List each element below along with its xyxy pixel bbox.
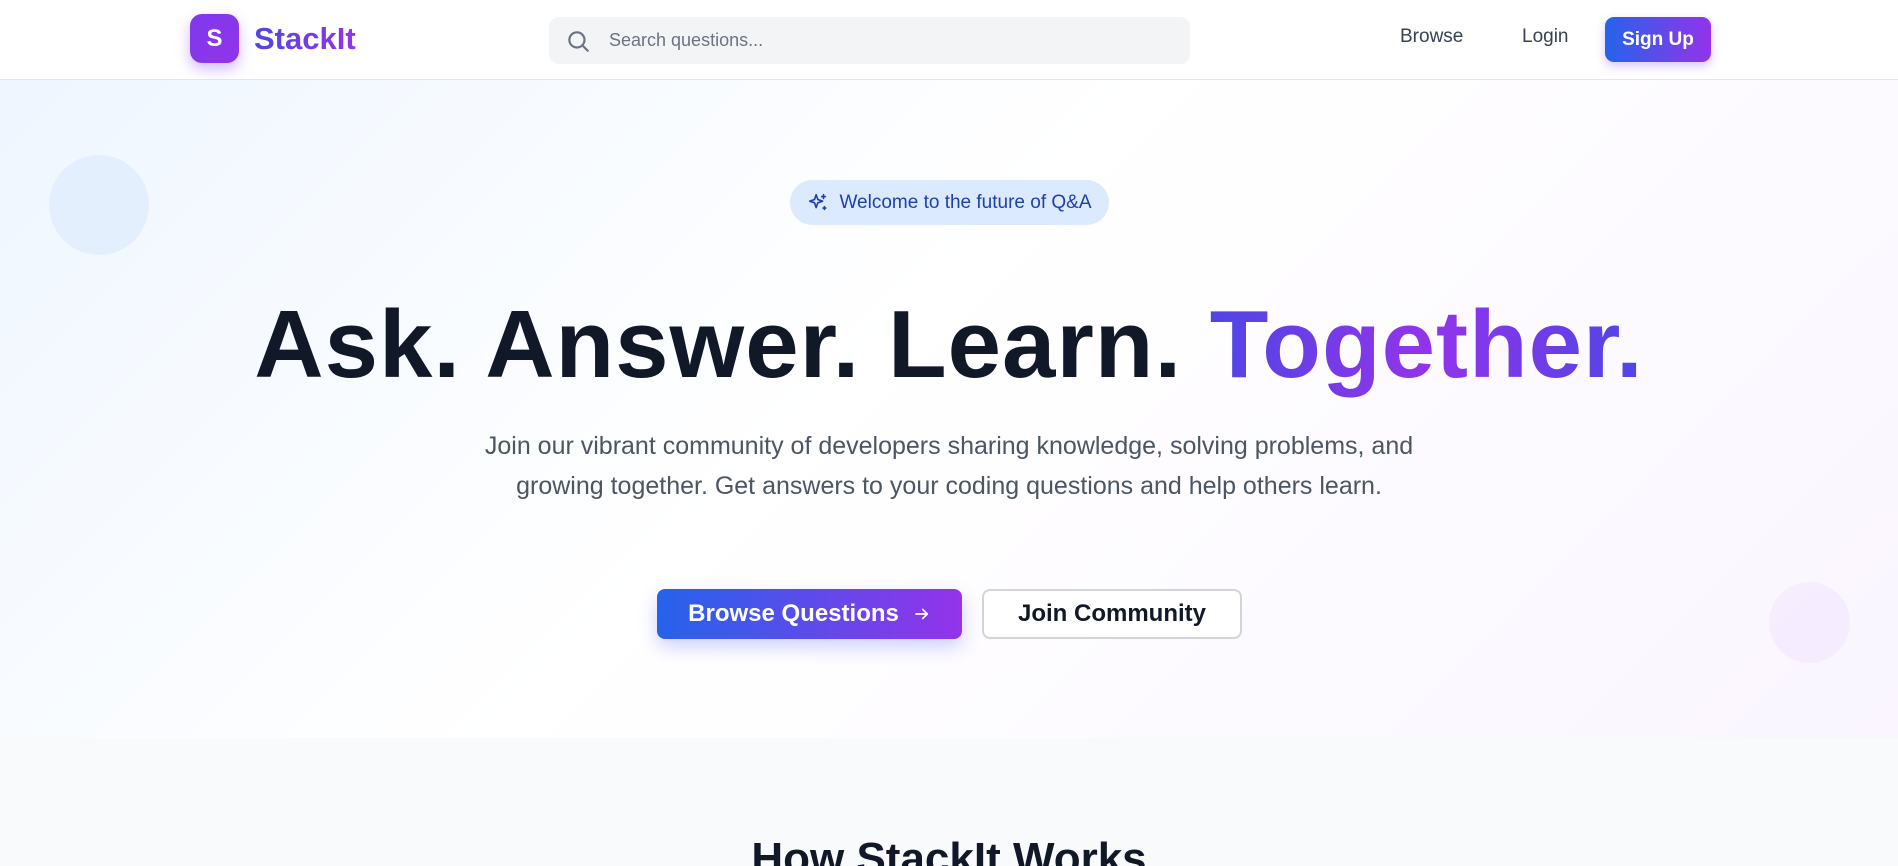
arrow-right-icon [915,608,928,620]
nav-browse-link[interactable]: Browse [1400,26,1463,48]
search-input[interactable] [609,17,1169,64]
decorative-circle [49,155,149,255]
browse-questions-label: Browse Questions [688,600,899,627]
search-bar [549,17,1190,64]
how-it-works-section: How StackIt Works [0,738,1898,866]
logo-badge: S [190,14,239,63]
hero-title: Ask. Answer. Learn. Together. [0,290,1898,400]
hero-section: Welcome to the future of Q&A Ask. Answer… [0,80,1898,738]
top-nav: S StackIt Browse Login Sign Up [0,0,1898,80]
brand-name: StackIt [254,20,356,56]
decorative-circle [1769,582,1850,663]
hero-title-main: Ask. Answer. Learn. [254,291,1210,398]
sparkles-icon [809,193,828,210]
nav-login-link[interactable]: Login [1522,26,1569,48]
section-title: How StackIt Works [751,834,1147,866]
brand-logo[interactable]: S StackIt [190,14,356,63]
signup-button[interactable]: Sign Up [1605,17,1711,62]
hero-title-accent: Together. [1209,291,1644,398]
welcome-badge: Welcome to the future of Q&A [790,180,1109,225]
badge-text: Welcome to the future of Q&A [839,191,1092,213]
search-icon [568,31,589,52]
browse-questions-button[interactable]: Browse Questions [657,589,962,639]
hero-subtitle: Join our vibrant community of developers… [484,432,1414,500]
join-community-button[interactable]: Join Community [982,589,1242,639]
